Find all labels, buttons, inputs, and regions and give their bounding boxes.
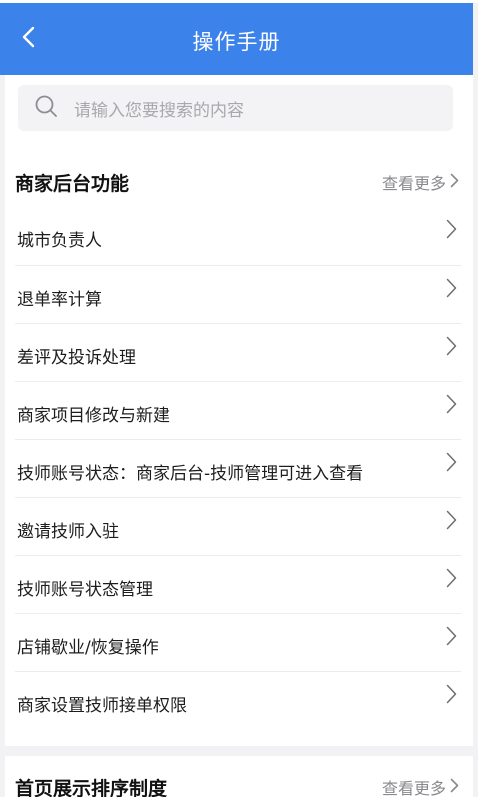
list-item-label: 差评及投诉处理 — [17, 348, 136, 368]
list-item-label: 邀请技师入驻 — [17, 522, 119, 542]
chevron-right-icon — [446, 173, 459, 192]
chevron-right-icon — [446, 336, 457, 360]
list-item-label: 城市负责人 — [17, 231, 102, 251]
chevron-right-icon — [446, 568, 457, 592]
list-item-label: 技师账号状态：商家后台-技师管理可进入查看 — [17, 464, 364, 484]
search-input[interactable]: 请输入您要搜索的内容 — [18, 85, 453, 131]
chevron-right-icon — [446, 394, 457, 418]
chevron-right-icon — [446, 219, 457, 243]
chevron-right-icon — [446, 626, 457, 650]
section-divider — [5, 746, 473, 756]
app-header: 操作手册 — [0, 3, 473, 75]
list-item[interactable]: 邀请技师入驻 — [15, 497, 461, 555]
search-icon — [34, 94, 58, 122]
list-item[interactable]: 技师账号状态：商家后台-技师管理可进入查看 — [15, 439, 461, 497]
list-item-label: 商家项目修改与新建 — [17, 406, 170, 426]
view-more-link[interactable]: 查看更多 — [382, 170, 459, 194]
chevron-right-icon — [446, 278, 457, 302]
section-header-merchant: 商家后台功能 查看更多 — [5, 159, 473, 203]
list-item[interactable]: 差评及投诉处理 — [15, 323, 461, 381]
list-item[interactable]: 店铺歇业/恢复操作 — [15, 613, 461, 671]
chevron-right-icon — [446, 778, 459, 797]
view-more-link[interactable]: 查看更多 — [382, 775, 459, 797]
chevron-right-icon — [446, 684, 457, 708]
list-item[interactable]: 商家设置技师接单权限 — [15, 671, 461, 729]
list-item-label: 退单率计算 — [17, 290, 102, 310]
section-panel-merchant: 请输入您要搜索的内容 商家后台功能 查看更多 城市负责人 退单率计算 差评及投诉… — [5, 75, 473, 746]
section-header-ranking: 首页展示排序制度 查看更多 — [5, 764, 473, 797]
list-item[interactable]: 商家项目修改与新建 — [15, 381, 461, 439]
view-more-label: 查看更多 — [381, 174, 446, 193]
manual-list: 城市负责人 退单率计算 差评及投诉处理 商家项目修改与新建 技师账号状态：商家后… — [15, 207, 461, 729]
list-item-label: 店铺歇业/恢复操作 — [17, 638, 159, 658]
section-panel-ranking: 首页展示排序制度 查看更多 — [5, 756, 473, 797]
list-item-label: 技师账号状态管理 — [17, 580, 153, 600]
list-item-label: 商家设置技师接单权限 — [17, 696, 187, 716]
view-more-label: 查看更多 — [381, 779, 446, 797]
section-title: 首页展示排序制度 — [15, 778, 168, 797]
chevron-right-icon — [446, 510, 457, 534]
chevron-right-icon — [446, 452, 457, 476]
page-title: 操作手册 — [192, 30, 281, 54]
list-item[interactable]: 技师账号状态管理 — [15, 555, 461, 613]
list-item[interactable]: 城市负责人 — [15, 207, 461, 265]
list-item[interactable]: 退单率计算 — [15, 265, 461, 323]
section-title: 商家后台功能 — [15, 173, 130, 195]
search-placeholder: 请输入您要搜索的内容 — [74, 100, 244, 121]
